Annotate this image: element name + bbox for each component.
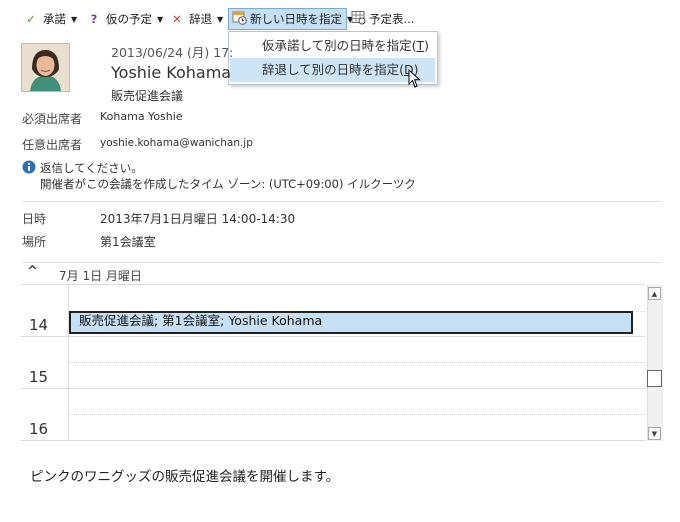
calendar-clock-icon bbox=[232, 10, 247, 28]
checkmark-icon: ✓ bbox=[26, 12, 36, 26]
divider bbox=[69, 362, 645, 363]
calendar-grid-icon bbox=[350, 10, 366, 28]
accept-button[interactable]: ✓ 承諾 ▼ bbox=[22, 8, 77, 30]
tentative-label: 仮の予定 bbox=[106, 12, 152, 26]
chevron-down-icon[interactable]: ▼ bbox=[157, 15, 163, 24]
x-mark-icon: ✕ bbox=[172, 12, 182, 26]
time-column-divider bbox=[68, 285, 69, 441]
where-label: 場所 bbox=[22, 235, 47, 249]
decline-button[interactable]: ✕ 辞退 ▼ bbox=[168, 8, 223, 30]
calendar-preview: ^ 7月 1日 月曜日 14 15 16 販売促進会議; 第1会議室; Yosh… bbox=[21, 262, 663, 442]
info-icon bbox=[22, 160, 36, 174]
message-body: ピンクのワニグッズの販売促進会議を開催します。 bbox=[30, 469, 340, 485]
scrollbar-track[interactable] bbox=[647, 285, 663, 441]
divider bbox=[21, 388, 645, 389]
scroll-up-button[interactable]: ▲ bbox=[648, 287, 661, 300]
chevron-down-icon[interactable]: ▼ bbox=[71, 15, 77, 24]
chevron-down-icon[interactable]: ▼ bbox=[217, 15, 223, 24]
info-line-2: 開催者がこの会議を作成したタイム ゾーン: (UTC+09:00) イルクーツク bbox=[40, 177, 416, 191]
propose-new-time-button[interactable]: 新しい日時を指定 ▼ bbox=[228, 8, 353, 30]
avatar bbox=[21, 43, 70, 92]
divider bbox=[21, 440, 645, 441]
decline-label: 辞退 bbox=[189, 12, 212, 26]
when-value: 2013年7月1日月曜日 14:00-14:30 bbox=[100, 212, 296, 226]
hour-label: 15 bbox=[29, 368, 49, 386]
divider bbox=[22, 201, 662, 202]
divider bbox=[21, 284, 645, 285]
scrollbar-thumb[interactable] bbox=[647, 370, 662, 387]
divider bbox=[69, 414, 645, 415]
divider bbox=[21, 336, 645, 337]
accept-label: 承諾 bbox=[43, 12, 66, 26]
propose-time-menu: 仮承諾して別の日時を指定(T) 辞退して別の日時を指定(D) bbox=[228, 31, 438, 85]
scroll-down-button[interactable]: ▼ bbox=[648, 427, 661, 440]
mouse-cursor-icon bbox=[408, 69, 421, 88]
info-line-1: 返信してください。 bbox=[40, 161, 143, 175]
question-mark-icon: ? bbox=[90, 12, 98, 26]
sender-name: Yoshie Kohama bbox=[111, 63, 232, 82]
when-label: 日時 bbox=[22, 212, 47, 226]
menu-item-tentative-propose[interactable]: 仮承諾して別の日時を指定(T) bbox=[230, 34, 435, 58]
optional-attendees-label: 任意出席者 bbox=[22, 138, 83, 152]
required-attendees-value[interactable]: Kohama Yoshie bbox=[100, 110, 183, 123]
where-value: 第1会議室 bbox=[100, 235, 156, 249]
collapse-icon[interactable]: ^ bbox=[27, 264, 38, 279]
hour-label: 14 bbox=[29, 316, 49, 334]
menu-item-decline-propose[interactable]: 辞退して別の日時を指定(D) bbox=[230, 58, 435, 82]
calendar-button[interactable]: 予定表... bbox=[350, 8, 414, 30]
hour-label: 16 bbox=[29, 420, 49, 438]
day-header: 7月 1日 月曜日 bbox=[59, 269, 142, 283]
calendar-event[interactable]: 販売促進会議; 第1会議室; Yoshie Kohama bbox=[69, 311, 633, 334]
meeting-subject: 販売促進会議 bbox=[111, 89, 184, 103]
tentative-button[interactable]: ? 仮の予定 ▼ bbox=[85, 8, 164, 30]
optional-attendees-value[interactable]: yoshie.kohama@wanichan.jp bbox=[100, 137, 253, 149]
propose-new-time-label: 新しい日時を指定 bbox=[250, 12, 342, 26]
sent-date: 2013/06/24 (月) 17: bbox=[111, 45, 234, 60]
calendar-label: 予定表... bbox=[369, 12, 415, 26]
required-attendees-label: 必須出席者 bbox=[22, 112, 83, 126]
